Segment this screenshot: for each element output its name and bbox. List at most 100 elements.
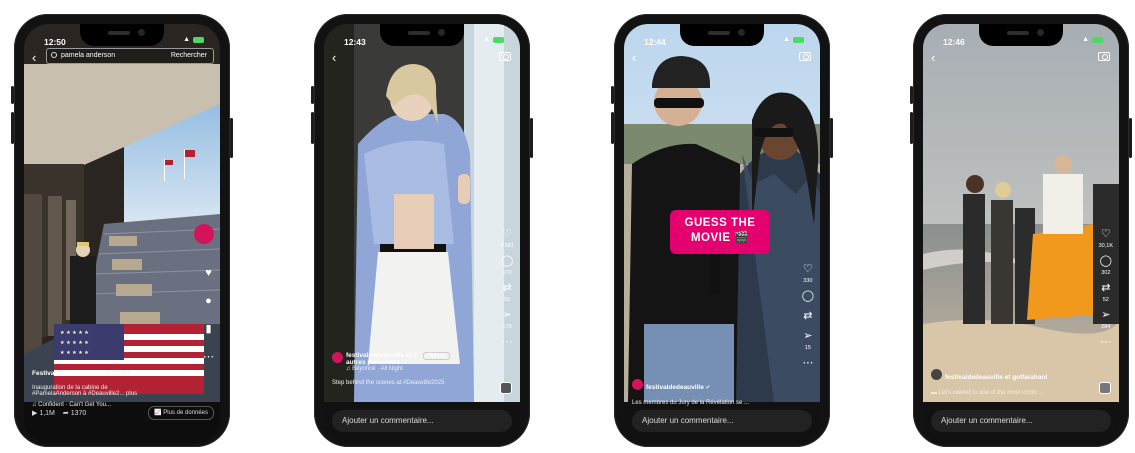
comments-count: 170 bbox=[502, 270, 512, 276]
likes-count: 30,1K bbox=[1098, 243, 1113, 249]
post-date: 2023-9-6 bbox=[106, 371, 131, 377]
caption-text[interactable]: Les membres du Jury de la Révélation se … bbox=[632, 400, 749, 406]
shares-count: ➦ 1370 bbox=[62, 410, 87, 417]
reel-video[interactable] bbox=[923, 24, 1119, 402]
comment-icon[interactable]: ◯ bbox=[1100, 256, 1112, 267]
status-icons: ▲ bbox=[1082, 36, 1103, 43]
audio-thumbnail[interactable] bbox=[1099, 382, 1111, 394]
more-data-button[interactable]: 📈 Plus de données bbox=[148, 406, 214, 420]
post-meta: Festival de Deauville 2023-9-6 Inaugurat… bbox=[32, 362, 137, 408]
sends-count: 284 bbox=[1101, 324, 1111, 330]
send-icon[interactable]: ➢ bbox=[803, 331, 812, 342]
comment-input[interactable]: Ajouter un commentaire... bbox=[931, 410, 1111, 432]
status-icons: ▲ bbox=[783, 36, 804, 43]
comments-count: 302 bbox=[1101, 270, 1111, 276]
phone-3-screen: 12:44 ▲ ‹ GUESS THE MOVIE 🎬 ♡ 330 ◯ ⇄ ➢ … bbox=[624, 24, 820, 443]
bottom-bar: Ajouter un commentaire... bbox=[624, 402, 820, 443]
reposts-count: 55 bbox=[504, 297, 511, 303]
heart-icon[interactable]: ♡ bbox=[803, 264, 813, 275]
repost-icon[interactable]: ⇄ bbox=[503, 283, 512, 294]
account-name[interactable]: festivaldedeauville bbox=[646, 384, 704, 391]
camera-icon[interactable] bbox=[499, 52, 511, 61]
back-icon[interactable]: ‹ bbox=[632, 50, 636, 65]
likes-count: 4 581 bbox=[500, 243, 514, 249]
search-bar[interactable]: pamela anderson Rechercher bbox=[46, 48, 214, 64]
phone-3: 12:44 ▲ ‹ GUESS THE MOVIE 🎬 ♡ 330 ◯ ⇄ ➢ … bbox=[611, 14, 833, 447]
bottom-bar: Ajouter un commentaire... bbox=[324, 402, 520, 443]
send-icon[interactable]: ➢ bbox=[503, 310, 512, 321]
status-time: 12:50 bbox=[44, 37, 66, 47]
screenshot-stage: 12:50 ▲ ★ ★ ★ ★ ★ ★ ★ ★ ★ ★ ★ ★ ★ ★ ★ ‹ … bbox=[0, 0, 1135, 453]
more-icon[interactable]: ⋯ bbox=[1100, 337, 1111, 348]
comment-icon[interactable]: ◯ bbox=[802, 291, 814, 302]
phone-2: 12:43 ▲ ‹ ♡ 4 581 ◯ 170 ⇄ 55 ➢ 170 ⋯ fes… bbox=[311, 14, 533, 447]
caption-line-2[interactable]: #PamelaAnderson à #Deauville2... plus bbox=[32, 391, 137, 397]
back-icon[interactable]: ‹ bbox=[931, 50, 935, 65]
account-names[interactable]: festivaldedeauville et golfarahani bbox=[945, 374, 1047, 381]
repost-icon[interactable]: ⇄ bbox=[803, 311, 812, 322]
post-meta: festivaldedeauville ✔ Les membres du Jur… bbox=[632, 376, 749, 406]
follow-button[interactable]: Suivre bbox=[422, 352, 450, 360]
caption-text[interactable]: ▬ Let's rewind to one of the most iconic… bbox=[931, 390, 1047, 396]
account-avatar[interactable] bbox=[632, 379, 643, 391]
status-time: 12:44 bbox=[644, 37, 666, 47]
reposts-count: 52 bbox=[1102, 297, 1109, 303]
send-icon[interactable]: ➢ bbox=[1101, 310, 1110, 321]
account-avatar[interactable] bbox=[332, 352, 343, 363]
views-count: ▶ 1,1M bbox=[32, 410, 55, 417]
stats-row: ▶ 1,1M ➦ 1370 bbox=[32, 409, 86, 417]
svg-text:★ ★ ★ ★ ★: ★ ★ ★ ★ ★ bbox=[60, 340, 89, 346]
sends-count: 15 bbox=[804, 345, 811, 351]
phone-2-screen: 12:43 ▲ ‹ ♡ 4 581 ◯ 170 ⇄ 55 ➢ 170 ⋯ fes… bbox=[324, 24, 520, 443]
status-icons: ▲ bbox=[183, 36, 204, 43]
audio-thumbnail[interactable] bbox=[500, 382, 512, 394]
account-avatar[interactable] bbox=[931, 369, 942, 381]
back-icon[interactable]: ‹ bbox=[32, 50, 36, 65]
bottom-bar: Ajouter un commentaire... bbox=[923, 402, 1119, 443]
reel-video[interactable]: ★ ★ ★ ★ ★ ★ ★ ★ ★ ★ ★ ★ ★ ★ ★ bbox=[24, 24, 220, 402]
more-icon[interactable]: ⋯ bbox=[203, 352, 214, 363]
post-meta: festivaldedeauville et golfarahani ▬ Let… bbox=[931, 366, 1047, 396]
camera-icon[interactable] bbox=[799, 52, 811, 61]
account-names-2[interactable]: autres personnes bbox=[346, 359, 417, 366]
music-label[interactable]: ♫ Confident · Can't Get You... bbox=[32, 402, 137, 408]
svg-text:★ ★ ★ ★ ★: ★ ★ ★ ★ ★ bbox=[60, 350, 89, 356]
guess-the-movie-overlay: GUESS THE MOVIE 🎬 bbox=[670, 210, 770, 254]
status-time: 12:46 bbox=[943, 37, 965, 47]
comment-icon[interactable]: ◯ bbox=[501, 256, 513, 267]
account-names-1[interactable]: festivaldedeauville et 3 bbox=[346, 352, 417, 359]
heart-icon[interactable]: ♡ bbox=[1101, 229, 1111, 240]
heart-icon[interactable]: ♡ bbox=[502, 229, 512, 240]
camera-icon[interactable] bbox=[1098, 52, 1110, 61]
phone-4-screen: 12:46 ▲ ‹ ♡ 30,1K ◯ 302 ⇄ 52 ➢ 284 ⋯ fes… bbox=[923, 24, 1119, 443]
status-time: 12:43 bbox=[344, 37, 366, 47]
repost-icon[interactable]: ⇄ bbox=[1101, 283, 1110, 294]
heart-icon[interactable]: ♥ bbox=[205, 268, 212, 279]
bookmark-icon[interactable]: ▮ bbox=[205, 324, 211, 335]
account-name[interactable]: Festival de Deauville bbox=[32, 370, 96, 377]
back-icon[interactable]: ‹ bbox=[332, 50, 336, 65]
reel-video[interactable] bbox=[324, 24, 520, 402]
search-input[interactable]: pamela anderson bbox=[61, 52, 115, 59]
action-rail: ♡ 4 581 ◯ 170 ⇄ 55 ➢ 170 ⋯ bbox=[500, 229, 514, 348]
search-submit[interactable]: Rechercher bbox=[171, 49, 207, 63]
status-icons: ▲ bbox=[483, 36, 504, 43]
search-icon bbox=[51, 52, 57, 58]
caption-text[interactable]: Step behind the scenes at #Deauville2025 bbox=[332, 380, 450, 386]
comment-icon[interactable]: ● bbox=[205, 296, 212, 307]
phone-1-screen: 12:50 ▲ ★ ★ ★ ★ ★ ★ ★ ★ ★ ★ ★ ★ ★ ★ ★ ‹ … bbox=[24, 24, 220, 443]
profile-avatar[interactable] bbox=[194, 224, 214, 244]
action-rail: ♡ 330 ◯ ⇄ ➢ 15 ⋯ bbox=[802, 264, 814, 369]
action-rail: ♡ 30,1K ◯ 302 ⇄ 52 ➢ 284 ⋯ bbox=[1099, 229, 1113, 348]
comment-input[interactable]: Ajouter un commentaire... bbox=[632, 410, 812, 432]
likes-count: 330 bbox=[803, 278, 813, 284]
post-meta: festivaldedeauville et 3 autres personne… bbox=[332, 352, 450, 386]
svg-text:★ ★ ★ ★ ★: ★ ★ ★ ★ ★ bbox=[60, 330, 89, 336]
phone-4: 12:46 ▲ ‹ ♡ 30,1K ◯ 302 ⇄ 52 ➢ 284 ⋯ fes… bbox=[910, 14, 1132, 447]
comment-input[interactable]: Ajouter un commentaire... bbox=[332, 410, 512, 432]
more-icon[interactable]: ⋯ bbox=[502, 337, 513, 348]
more-icon[interactable]: ⋯ bbox=[802, 358, 813, 369]
phone-1: 12:50 ▲ ★ ★ ★ ★ ★ ★ ★ ★ ★ ★ ★ ★ ★ ★ ★ ‹ … bbox=[11, 14, 233, 447]
music-label[interactable]: ♫ Beyoncé · All Night bbox=[346, 366, 450, 372]
sends-count: 170 bbox=[502, 324, 512, 330]
